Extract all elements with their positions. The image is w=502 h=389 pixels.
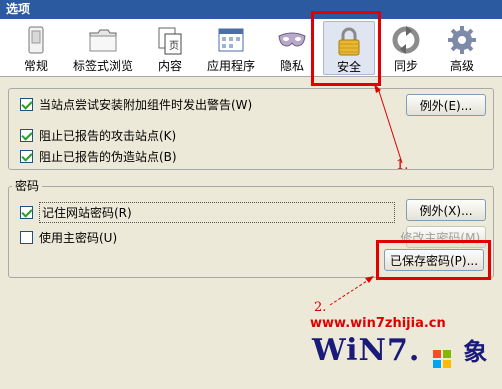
tab-applications[interactable]: 应用程序 — [202, 21, 260, 75]
password-exceptions-button[interactable]: 例外(X)... — [406, 199, 486, 221]
preferences-toolbar: 常规 标签式浏览 页 内容 应用程序 隐私 安全 同步 高级 — [0, 19, 502, 77]
addon-exceptions-label: 例外(E)... — [419, 98, 473, 113]
password-exceptions-label: 例外(X)... — [419, 203, 473, 218]
switch-icon — [28, 26, 44, 54]
tab-general-label: 常规 — [23, 59, 48, 73]
svg-text:页: 页 — [169, 40, 179, 52]
tab-tabbed-browsing[interactable]: 标签式浏览 — [68, 21, 138, 75]
tab-advanced-label: 高级 — [449, 59, 474, 73]
window-title: 选项 — [0, 0, 502, 19]
master-password-label: 使用主密码(U) — [39, 231, 118, 245]
tab-content[interactable]: 页 内容 — [148, 21, 192, 75]
gear-icon — [448, 26, 476, 54]
tab-advanced[interactable]: 高级 — [440, 21, 484, 75]
watermark-logo: WiN7. 象 — [312, 332, 488, 368]
master-password-row[interactable]: 使用主密码(U) — [20, 229, 117, 246]
block-attack-row[interactable]: 阻止已报告的攻击站点(K) — [20, 127, 176, 144]
mask-icon — [278, 32, 306, 47]
step-2-label: 2. — [314, 300, 327, 315]
saved-passwords-highlight — [376, 240, 491, 280]
passwords-legend: 密码 — [12, 179, 43, 193]
warn-addons-row[interactable]: 当站点尝试安装附加组件时发出警告(W) — [20, 96, 252, 113]
tab-applications-label: 应用程序 — [206, 59, 255, 73]
security-tab-highlight — [311, 11, 381, 86]
block-attack-checkbox[interactable] — [20, 129, 33, 142]
tab-content-label: 内容 — [157, 59, 182, 73]
tab-general[interactable]: 常规 — [14, 21, 58, 75]
page-icon: 页 — [158, 27, 182, 55]
watermark-logo-text: WiN7. — [312, 333, 421, 368]
tab-privacy[interactable]: 隐私 — [270, 21, 314, 75]
remember-passwords-row[interactable]: 记住网站密码(R) — [20, 202, 395, 223]
remember-passwords-label: 记住网站密码(R) — [39, 202, 395, 223]
application-icon — [218, 28, 244, 52]
tab-sync-label: 同步 — [393, 59, 418, 73]
watermark-logo-suffix: 象 — [463, 337, 489, 366]
step-1-label: 1. — [396, 158, 409, 173]
folder-tabs-icon — [89, 29, 117, 52]
tab-tabbed-browsing-label: 标签式浏览 — [72, 59, 133, 73]
watermark-url: www.win7zhijia.cn — [310, 316, 446, 331]
sync-icon — [392, 26, 420, 54]
tab-sync[interactable]: 同步 — [384, 21, 428, 75]
windows-flag-icon — [432, 342, 452, 368]
block-forgery-row[interactable]: 阻止已报告的伪造站点(B) — [20, 148, 177, 165]
addon-exceptions-button[interactable]: 例外(E)... — [406, 94, 486, 116]
master-password-checkbox[interactable] — [20, 231, 33, 244]
block-attack-label: 阻止已报告的攻击站点(K) — [39, 129, 177, 143]
block-forgery-label: 阻止已报告的伪造站点(B) — [39, 150, 177, 164]
warn-addons-checkbox[interactable] — [20, 98, 33, 111]
warn-addons-label: 当站点尝试安装附加组件时发出警告(W) — [39, 98, 253, 112]
tab-privacy-label: 隐私 — [279, 59, 304, 73]
remember-passwords-checkbox[interactable] — [20, 206, 33, 219]
block-forgery-checkbox[interactable] — [20, 150, 33, 163]
